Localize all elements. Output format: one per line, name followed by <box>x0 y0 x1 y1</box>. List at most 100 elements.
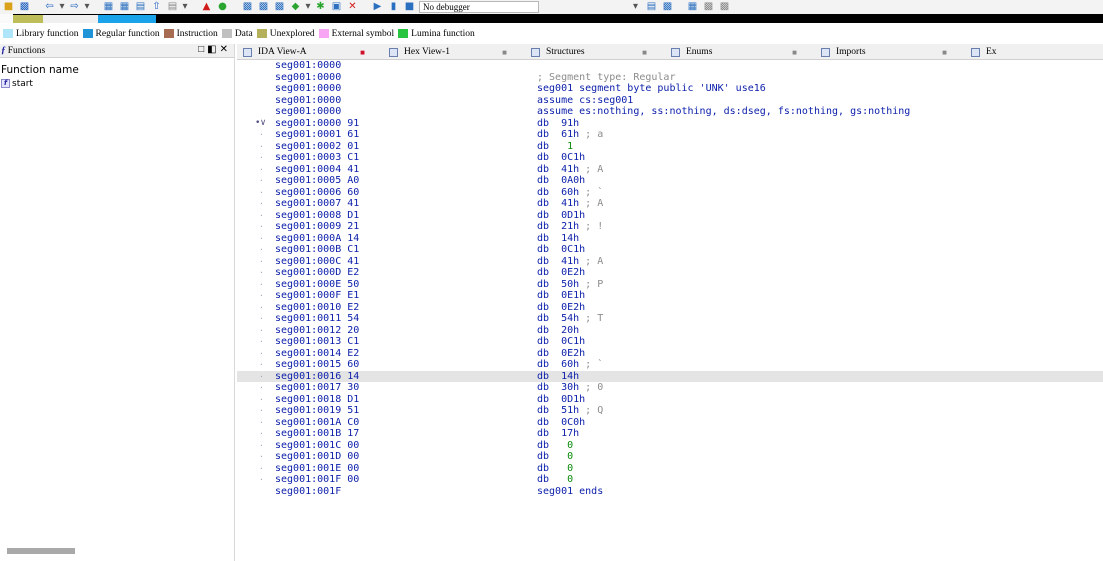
tab-ex[interactable]: Ex <box>965 44 1005 60</box>
play-icon[interactable]: ▶ <box>371 1 384 13</box>
segment-icon[interactable]: ▩ <box>241 1 254 13</box>
listing-row[interactable]: · seg001:0005 A0 db 0A0h <box>237 175 1103 187</box>
forward-dropdown-icon[interactable]: ▾ <box>84 1 90 13</box>
listing-row[interactable]: · seg001:0014 E2 db 0E2h <box>237 348 1103 360</box>
struct-icon[interactable]: ◆ <box>289 1 302 13</box>
listing-row[interactable]: · seg001:000C 41 db 41h ; A <box>237 256 1103 268</box>
listing-row[interactable]: · seg001:0007 41 db 41h ; A <box>237 198 1103 210</box>
tab-close-icon[interactable]: ■ <box>792 48 797 57</box>
disassembly-listing[interactable]: seg001:0000 seg001:0000; Segment type: Re… <box>237 60 1103 561</box>
listing-row[interactable]: · seg001:0008 D1 db 0D1h <box>237 210 1103 222</box>
graph-icon[interactable]: ▦ <box>102 1 115 13</box>
listing-row[interactable]: · seg001:0009 21 db 21h ; ! <box>237 221 1103 233</box>
settings-icon[interactable]: ▩ <box>661 1 674 13</box>
debugger-select[interactable]: No debugger <box>419 1 539 13</box>
listing-row[interactable]: · seg001:000F E1 db 0E1h <box>237 290 1103 302</box>
listing-row[interactable]: seg001:0000 seg001 segment byte public 'U… <box>237 83 1103 95</box>
tab-close-icon[interactable]: ■ <box>942 48 947 57</box>
debugger-dropdown-icon[interactable]: ▾ <box>629 1 642 13</box>
struct-dropdown-icon[interactable]: ▾ <box>305 1 311 13</box>
listing-row[interactable]: · seg001:001C 00 db 0 <box>237 440 1103 452</box>
run-icon[interactable]: ● <box>216 1 229 13</box>
listing-row[interactable]: · seg001:0011 54 db 54h ; T <box>237 313 1103 325</box>
image-icon[interactable]: ▣ <box>330 1 343 13</box>
listing-row[interactable]: · seg001:0017 30 db 30h ; 0 <box>237 382 1103 394</box>
back-dropdown-icon[interactable]: ▾ <box>59 1 65 13</box>
data-icon[interactable]: ▩ <box>273 1 286 13</box>
function-name-header[interactable]: Function name <box>0 64 234 77</box>
navigation-band[interactable] <box>0 14 1103 23</box>
maximize-icon[interactable]: □ <box>198 44 207 55</box>
listing-row[interactable]: · seg001:0018 D1 db 0D1h <box>237 394 1103 406</box>
tab-ida-view-a[interactable]: IDA View-A ■ <box>237 44 383 60</box>
stop-square-icon[interactable]: ■ <box>403 1 416 13</box>
horizontal-scrollbar[interactable] <box>7 548 75 554</box>
listing-row[interactable]: · seg001:001E 00 db 0 <box>237 463 1103 475</box>
process-icon[interactable]: ▦ <box>686 1 699 13</box>
graph-overview-icon[interactable]: ▦ <box>118 1 131 13</box>
list-icon[interactable]: ▤ <box>166 1 179 13</box>
listing-row[interactable]: seg001:0000 ; Segment type: Regular <box>237 72 1103 84</box>
listing-row[interactable]: seg001:0000 assume cs:seg001 <box>237 95 1103 107</box>
row-mnemonic: db <box>537 301 562 313</box>
pause-icon[interactable]: ▮ <box>387 1 400 13</box>
listing-row[interactable]: · seg001:000D E2 db 0E2h <box>237 267 1103 279</box>
jump-icon[interactable]: ▤ <box>134 1 147 13</box>
open-icon[interactable]: ■ <box>2 1 15 13</box>
row-address: seg001:0004 41 <box>275 163 360 175</box>
row-mnemonic: db <box>537 347 562 359</box>
attach-icon[interactable]: ▤ <box>645 1 658 13</box>
row-value: 0D1h <box>561 393 586 405</box>
tab-close-icon[interactable]: ■ <box>502 48 507 57</box>
listing-row[interactable]: seg001:0000 assume es:nothing, ss:nothing… <box>237 106 1103 118</box>
tab-structures[interactable]: Structures ■ <box>525 44 665 60</box>
forward-icon[interactable]: ⇨ <box>68 1 81 13</box>
legend-swatch <box>82 29 93 38</box>
back-icon[interactable]: ⇦ <box>43 1 56 13</box>
warning-icon[interactable]: ▲ <box>200 1 213 13</box>
listing-row[interactable]: · seg001:0002 01 db 1 <box>237 141 1103 153</box>
listing-row[interactable]: · seg001:0003 C1 db 0C1h <box>237 152 1103 164</box>
tab-close-icon[interactable]: ■ <box>642 48 647 57</box>
tab-enums[interactable]: Enums ■ <box>665 44 815 60</box>
tab-close-icon[interactable]: ■ <box>360 48 365 57</box>
row-value: 0E2h <box>561 347 586 359</box>
listing-row[interactable]: · seg001:0019 51 db 51h ; Q <box>237 405 1103 417</box>
listing-row[interactable]: · seg001:0012 20 db 20h <box>237 325 1103 337</box>
listing-row[interactable]: · seg001:001B 17 db 17h <box>237 428 1103 440</box>
list-dropdown-icon[interactable]: ▾ <box>182 1 188 13</box>
listing-row[interactable]: · seg001:001F 00 db 0 <box>237 474 1103 486</box>
listing-row[interactable]: · seg001:0015 60 db 60h ; ` <box>237 359 1103 371</box>
breakpoint-icon[interactable]: ▩ <box>702 1 715 13</box>
listing-row[interactable]: · seg001:000A 14 db 14h <box>237 233 1103 245</box>
trace-icon[interactable]: ▩ <box>718 1 731 13</box>
listing-row[interactable]: · seg001:0010 E2 db 0E2h <box>237 302 1103 314</box>
listing-row[interactable]: · seg001:0006 60 db 60h ; ` <box>237 187 1103 199</box>
up-icon[interactable]: ⇧ <box>150 1 163 13</box>
listing-row[interactable]: seg001:0000 <box>237 60 1103 72</box>
tab-imports[interactable]: Imports ■ <box>815 44 965 60</box>
listing-row[interactable]: seg001:001F seg001 ends <box>237 486 1103 498</box>
listing-row[interactable]: · seg001:000B C1 db 0C1h <box>237 244 1103 256</box>
listing-row[interactable]: · seg001:0013 C1 db 0C1h <box>237 336 1103 348</box>
stop-icon[interactable]: ✕ <box>346 1 359 13</box>
function-item[interactable]: f start <box>0 77 234 90</box>
tab-hex-view-1[interactable]: Hex View-1 ■ <box>383 44 525 60</box>
patch-icon[interactable]: ✱ <box>314 1 327 13</box>
float-icon[interactable]: ◧ <box>207 44 219 55</box>
listing-row[interactable]: · seg001:000E 50 db 50h ; P <box>237 279 1103 291</box>
close-icon[interactable]: ✕ <box>220 44 231 55</box>
listing-row[interactable]: · seg001:0004 41 db 41h ; A <box>237 164 1103 176</box>
row-instruction: db 0E2h <box>537 302 585 314</box>
function-list: f start <box>0 77 234 90</box>
listing-row[interactable]: · seg001:0001 61 db 61h ; a <box>237 129 1103 141</box>
save-icon[interactable]: ▩ <box>18 1 31 13</box>
listing-row[interactable]: · seg001:001D 00 db 0 <box>237 451 1103 463</box>
listing-row[interactable]: · seg001:001A C0 db 0C0h <box>237 417 1103 429</box>
listing-row[interactable]: · seg001:0016 14 db 14h <box>237 370 1103 382</box>
code-icon[interactable]: ▩ <box>257 1 270 13</box>
row-address: seg001:0014 E2 <box>275 347 360 359</box>
listing-row[interactable]: •∨ seg001:0000 91 db 91h <box>237 118 1103 130</box>
row-instruction: db 0D1h <box>537 210 585 222</box>
collapse-icon[interactable]: •∨ <box>255 118 266 130</box>
